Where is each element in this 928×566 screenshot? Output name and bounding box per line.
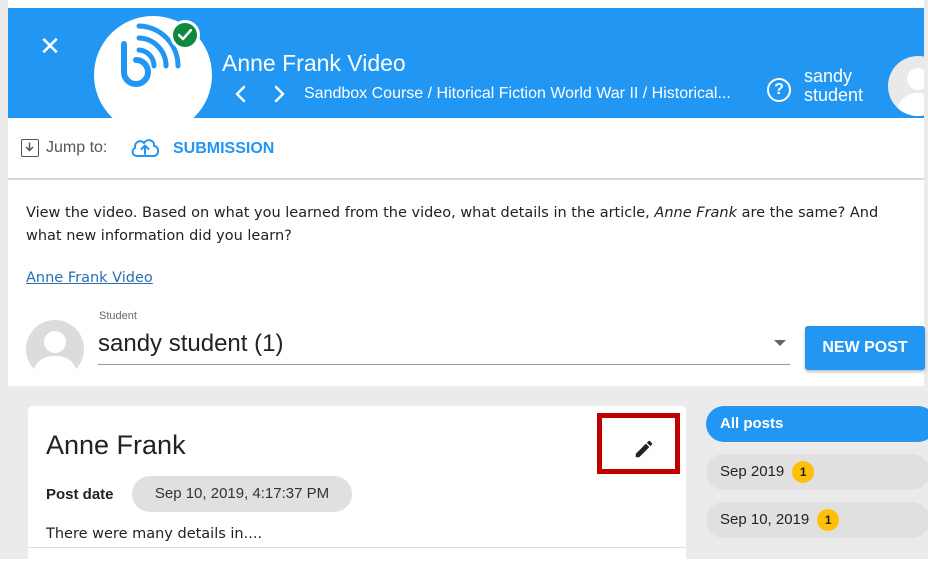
user-name[interactable]: sandy student <box>804 67 863 105</box>
breadcrumb[interactable]: Sandbox Course / Hitorical Fiction World… <box>304 85 754 103</box>
new-post-button[interactable]: NEW POST <box>805 326 925 370</box>
check-badge-icon <box>170 20 200 50</box>
user-last-name: student <box>804 85 864 105</box>
filter-label: Sep 2019 <box>720 463 785 480</box>
submission-link[interactable]: SUBMISSION <box>173 140 274 158</box>
post-title: Anne Frank <box>46 430 186 460</box>
chevron-left-icon[interactable] <box>232 84 250 104</box>
student-selected-value: sandy student (1) <box>98 330 284 357</box>
user-first-name: sandy <box>804 66 853 86</box>
post-divider <box>28 547 686 548</box>
filter-day[interactable]: Sep 10, 2019 1 <box>706 502 928 538</box>
chevron-right-icon[interactable] <box>270 84 288 104</box>
app-header: ✕ Anne Frank Video Sandbox Course / Hito… <box>8 8 924 118</box>
close-icon[interactable]: ✕ <box>36 32 64 60</box>
caret-down-icon[interactable] <box>774 340 786 346</box>
filter-month[interactable]: Sep 2019 1 <box>706 454 928 490</box>
pencil-icon[interactable] <box>633 438 655 460</box>
download-box-icon <box>21 139 39 157</box>
user-avatar[interactable] <box>888 56 924 116</box>
prompt-text-1: View the video. Based on what you learne… <box>26 205 655 221</box>
page-title: Anne Frank Video <box>222 50 406 76</box>
cloud-upload-icon[interactable] <box>129 136 161 160</box>
jump-to-label: Jump to: <box>46 139 108 156</box>
assignment-prompt: View the video. Based on what you learne… <box>26 202 906 248</box>
post-date-chip: Sep 10, 2019, 4:17:37 PM <box>132 476 352 512</box>
filter-label: All posts <box>720 415 784 432</box>
student-caption: Student <box>99 310 137 322</box>
jump-bar: Jump to: SUBMISSION <box>8 118 924 180</box>
filter-label: Sep 10, 2019 <box>720 511 810 528</box>
post-body: There were many details in.... <box>46 526 263 542</box>
count-badge: 1 <box>792 461 815 484</box>
prompt-title-italic: Anne Frank <box>654 205 738 221</box>
student-avatar <box>26 320 84 378</box>
left-edge <box>0 0 8 559</box>
post-date-label: Post date <box>46 486 114 503</box>
help-icon[interactable]: ? <box>767 78 791 102</box>
filter-all-posts[interactable]: All posts <box>706 406 928 442</box>
count-badge: 1 <box>817 509 840 532</box>
post-card: Anne Frank Post date Sep 10, 2019, 4:17:… <box>28 406 686 566</box>
student-select[interactable]: sandy student (1) <box>98 326 790 365</box>
video-link[interactable]: Anne Frank Video <box>26 270 153 286</box>
